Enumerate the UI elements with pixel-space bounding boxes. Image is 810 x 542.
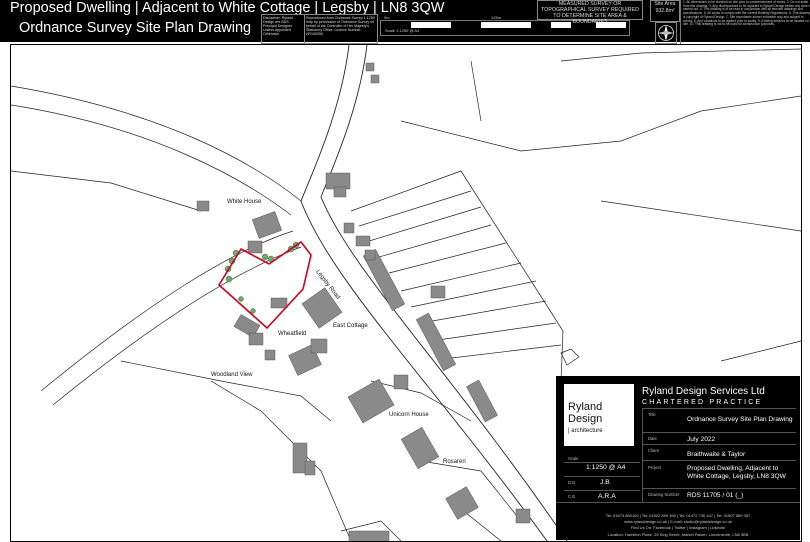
title-field-label: Title: [648, 412, 656, 417]
scale-note: Scale 1:1250 @ A4: [385, 28, 420, 33]
designer-disclaimer: Disclaimer: Ryland Design are BDS Princi…: [261, 14, 305, 44]
title-field-value: Ordnance Survey Site Plan Drawing: [687, 416, 793, 423]
client-field-value: Braithwaite & Taylor: [687, 451, 746, 458]
os-reproduction-note: Reproduced from Ordnance Survey 1:1250 m…: [304, 14, 378, 44]
scale-field-value: 1:1250 @ A4: [586, 464, 626, 471]
label-wheatfield: Wheatfield: [278, 331, 307, 337]
contact-phones: Tel: 01673 860100 | Tel: 01522 899 390 |…: [605, 513, 751, 518]
project-field-value: Proposed Dwelling, Adjacent to White Cot…: [687, 465, 786, 480]
drawn-by-label: D.B: [568, 480, 575, 485]
site-area: Site Area 932.8m²: [650, 0, 680, 22]
contact-address: Location: Hamilton Place, 25 King Street…: [607, 532, 749, 537]
drawing-notes: 1. All dimensions to be checked on site …: [680, 0, 810, 44]
survey-warning: MEASURED SURVEY OR TOPOGRAPHICAL SURVEY …: [537, 0, 643, 25]
label-east-cottage: East Cottage: [333, 323, 368, 329]
site-area-value: 932.8m²: [655, 7, 675, 14]
logo-line1: Ryland: [568, 401, 603, 413]
label-white-house: White House: [227, 199, 262, 205]
scale-field-label: Scale: [568, 456, 579, 461]
label-unicorn-house: Unicorn House: [389, 412, 429, 418]
logo-subtitle: | architecture: [568, 428, 603, 434]
drawing-title-line2: Ordnance Survey Site Plan Drawing: [19, 20, 252, 36]
logo-line2: Design: [568, 413, 603, 425]
checked-by-label: C.B: [568, 494, 575, 499]
project-field-label: Project: [648, 465, 662, 470]
north-arrow-icon: [655, 22, 677, 44]
client-field-label: Client: [648, 448, 659, 453]
scale-bar-start-label: 0m: [384, 15, 390, 20]
drawing-header: Proposed Dwelling | Adjacent to White Co…: [0, 0, 810, 44]
scale-bar-mid-label: 125m: [491, 15, 502, 20]
ryland-design-logo: Ryland Design | architecture: [564, 384, 634, 446]
date-field-value: July 2022: [687, 436, 716, 443]
title-block: Ryland Design | architecture Ryland Desig…: [556, 376, 800, 540]
company-name: Ryland Design Services Ltd: [642, 386, 765, 397]
drawing-number-label: Drawing Number: [648, 492, 680, 497]
drawn-by-value: J.B: [600, 479, 610, 486]
drawing-number-value: RDS 11705 / 01 (_): [687, 492, 744, 499]
checked-by-value: A.R.A: [598, 493, 616, 500]
contact-social: Find Us On: Facebook | Twitter | Instagr…: [630, 525, 726, 530]
contact-web-email: www.rylanddesign.co.uk | E-mail: studio@…: [624, 519, 732, 524]
date-field-label: Date: [648, 436, 657, 441]
chartered-practice: CHARTERED PRACTICE: [642, 399, 763, 406]
drawing-title-line1: Proposed Dwelling | Adjacent to White Co…: [10, 0, 445, 16]
label-rosaren: Rosaren: [443, 459, 466, 465]
site-area-label: Site Area: [654, 1, 676, 7]
label-woodland-view: Woodland View: [211, 372, 253, 378]
